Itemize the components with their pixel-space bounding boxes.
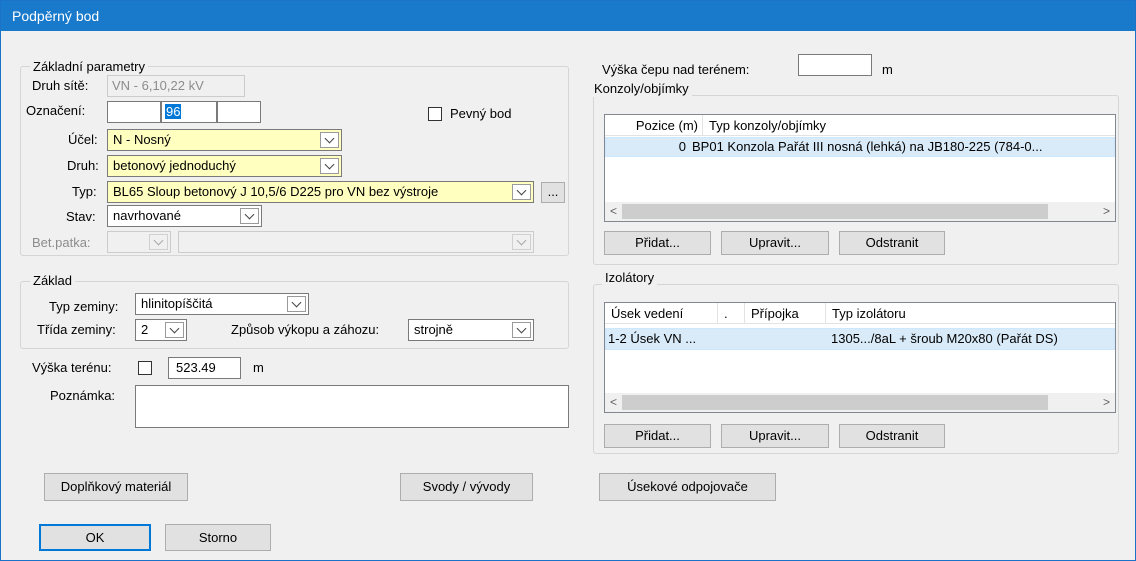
- row-position: 0: [678, 139, 686, 154]
- insulators-edit-button[interactable]: Upravit...: [721, 424, 829, 448]
- scroll-right-icon[interactable]: >: [1098, 202, 1115, 221]
- terrain-height-label: Výška terénu:: [32, 360, 112, 375]
- scroll-left-icon[interactable]: <: [605, 202, 622, 221]
- brackets-remove-label: Odstranit: [865, 235, 919, 250]
- brackets-add-label: Přidat...: [635, 235, 680, 250]
- brackets-edit-label: Upravit...: [748, 235, 801, 250]
- table-row[interactable]: 1-2 Úsek VN ... 1305.../8aL + šroub M20x…: [605, 328, 1115, 350]
- type-browse-button[interactable]: ...: [541, 182, 565, 203]
- brackets-title: Konzoly/objímky: [591, 81, 692, 97]
- base-footing-select: [107, 231, 171, 253]
- chevron-down-icon[interactable]: [240, 208, 259, 224]
- chevron-down-icon: [512, 234, 531, 250]
- network-type-label: Druh sítě:: [32, 78, 89, 93]
- type-select[interactable]: BL65 Sloup betonový J 10,5/6 D225 pro VN…: [107, 181, 534, 203]
- col-dot[interactable]: .: [718, 303, 745, 324]
- col-line-section[interactable]: Úsek vedení: [605, 303, 718, 324]
- network-type-field: VN - 6,10,22 kV: [107, 75, 245, 97]
- scroll-left-icon[interactable]: <: [605, 393, 622, 412]
- insulators-hscroll[interactable]: < >: [605, 393, 1115, 412]
- excavation-method-label: Způsob výkopu a záhozu:: [231, 322, 380, 337]
- col-position[interactable]: Pozice (m): [605, 115, 703, 136]
- soil-type-label: Typ zeminy:: [49, 299, 119, 314]
- insulators-table-header: Úsek vedení . Přípojka Typ izolátoru: [605, 303, 1115, 324]
- state-select[interactable]: navrhované: [107, 205, 262, 227]
- designation-field-2[interactable]: 96: [161, 101, 217, 123]
- brackets-table[interactable]: Pozice (m) Typ konzoly/objímky 0 BP01 Ko…: [604, 114, 1116, 222]
- kind-value: betonový jednoduchý: [113, 158, 236, 173]
- soil-class-value: 2: [141, 322, 149, 337]
- base-footing-label: Bet.patka:: [32, 235, 91, 250]
- insulators-remove-label: Odstranit: [865, 428, 919, 443]
- state-value: navrhované: [113, 208, 181, 223]
- soil-class-select[interactable]: 2: [135, 319, 187, 341]
- soil-class-label: Třída zeminy:: [37, 322, 116, 337]
- row-bracket-type: BP01 Konzola Pařát III nosná (lehká) na …: [692, 139, 1043, 154]
- excavation-method-select[interactable]: strojně: [408, 319, 534, 341]
- scroll-right-icon[interactable]: >: [1098, 393, 1115, 412]
- terrain-height-checkbox[interactable]: [138, 361, 152, 375]
- brackets-hscroll[interactable]: < >: [605, 202, 1115, 221]
- insulators-table[interactable]: Úsek vedení . Přípojka Typ izolátoru 1-2…: [604, 302, 1116, 413]
- col-bracket-type[interactable]: Typ konzoly/objímky: [703, 115, 1115, 136]
- designation-label: Označení:: [26, 103, 86, 118]
- brackets-table-header: Pozice (m) Typ konzoly/objímky: [605, 115, 1115, 136]
- terrain-height-field[interactable]: 523.49: [168, 357, 241, 379]
- designation-field-1[interactable]: [107, 101, 161, 123]
- scroll-thumb[interactable]: [622, 204, 1048, 219]
- pin-height-unit: m: [882, 62, 893, 77]
- dialog-title: Podpěrný bod: [1, 1, 1135, 31]
- chevron-down-icon[interactable]: [320, 158, 339, 174]
- additional-material-button[interactable]: Doplňkový materiál: [44, 473, 188, 501]
- table-row[interactable]: 0 BP01 Konzola Pařát III nosná (lehká) n…: [605, 137, 1115, 157]
- foundation-title: Základ: [30, 273, 76, 289]
- note-textarea[interactable]: [135, 385, 569, 428]
- downlines-button[interactable]: Svody / vývody: [400, 473, 533, 501]
- excavation-method-value: strojně: [414, 322, 454, 337]
- chevron-down-icon[interactable]: [320, 132, 339, 148]
- chevron-down-icon[interactable]: [165, 322, 184, 338]
- brackets-edit-button[interactable]: Upravit...: [721, 231, 829, 255]
- brackets-remove-button[interactable]: Odstranit: [839, 231, 945, 255]
- purpose-label: Účel:: [68, 132, 98, 147]
- row-line-section: 1-2 Úsek VN ...: [608, 331, 697, 346]
- insulators-title: Izolátory: [602, 270, 658, 286]
- state-label: Stav:: [66, 209, 96, 224]
- basic-params-title: Základní parametry: [30, 59, 148, 75]
- row-insulator-type: 1305.../8aL + šroub M20x80 (Pařát DS): [831, 331, 1058, 346]
- pin-height-field[interactable]: [798, 54, 872, 76]
- purpose-select[interactable]: N - Nosný: [107, 129, 342, 151]
- insulators-add-button[interactable]: Přidat...: [604, 424, 711, 448]
- kind-select[interactable]: betonový jednoduchý: [107, 155, 342, 177]
- terrain-height-unit: m: [253, 360, 264, 375]
- scroll-thumb[interactable]: [622, 395, 1048, 410]
- designation-field-3[interactable]: [217, 101, 261, 123]
- base-footing-detail-select: [178, 231, 534, 253]
- insulators-remove-button[interactable]: Odstranit: [839, 424, 945, 448]
- insulators-edit-label: Upravit...: [748, 428, 801, 443]
- type-value: BL65 Sloup betonový J 10,5/6 D225 pro VN…: [113, 184, 439, 199]
- dialog-window: Podpěrný bod Základní parametry Druh sít…: [0, 0, 1136, 561]
- col-connection[interactable]: Přípojka: [745, 303, 826, 324]
- insulators-add-label: Přidat...: [635, 428, 680, 443]
- fixed-point-checkbox[interactable]: [428, 107, 442, 121]
- purpose-value: N - Nosný: [113, 132, 171, 147]
- soil-type-value: hlinitopíščitá: [141, 296, 213, 311]
- fixed-point-label: Pevný bod: [450, 106, 512, 121]
- brackets-add-button[interactable]: Přidat...: [604, 231, 711, 255]
- ok-button[interactable]: OK: [39, 524, 151, 551]
- pin-height-label: Výška čepu nad terénem:: [602, 62, 750, 77]
- note-label: Poznámka:: [50, 388, 116, 403]
- col-insulator-type[interactable]: Typ izolátoru: [826, 303, 1115, 324]
- soil-type-select[interactable]: hlinitopíščitá: [135, 293, 309, 315]
- kind-label: Druh:: [67, 158, 99, 173]
- type-label: Typ:: [72, 184, 97, 199]
- cancel-button[interactable]: Storno: [165, 524, 271, 551]
- designation-value: 96: [165, 104, 182, 119]
- chevron-down-icon[interactable]: [512, 184, 531, 200]
- chevron-down-icon: [149, 234, 168, 250]
- chevron-down-icon[interactable]: [512, 322, 531, 338]
- section-disconnectors-button[interactable]: Úsekové odpojovače: [599, 473, 776, 501]
- chevron-down-icon[interactable]: [287, 296, 306, 312]
